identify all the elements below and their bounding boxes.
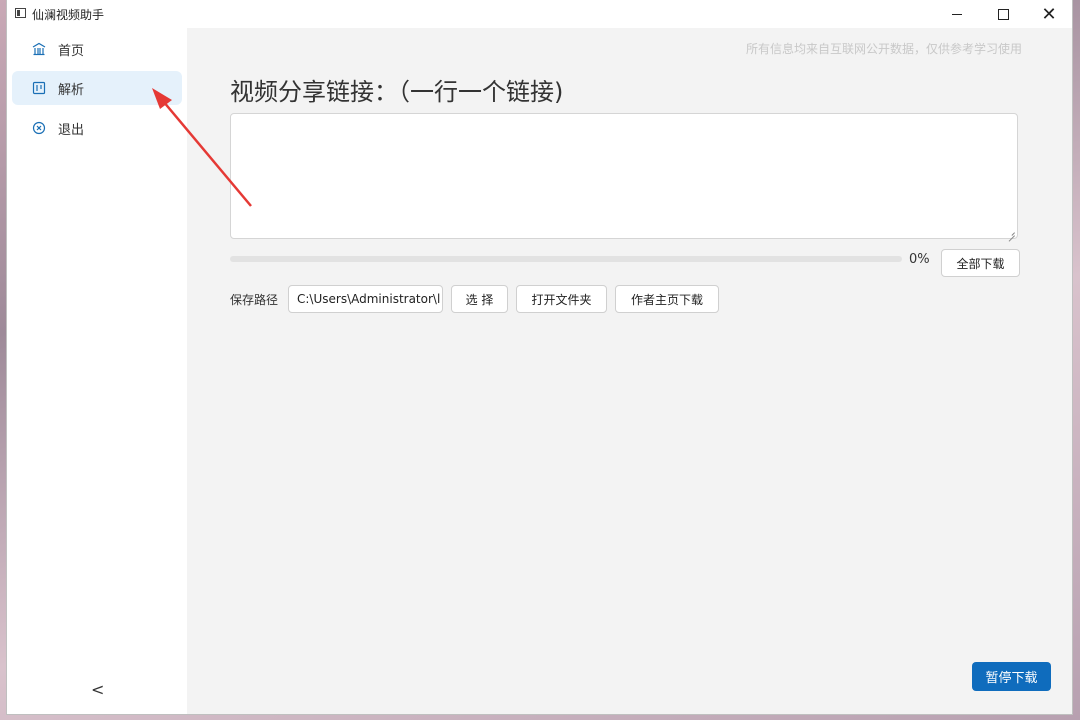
author-homepage-download-button[interactable]: 作者主页下载 — [615, 285, 719, 313]
minimize-icon — [952, 13, 962, 15]
close-button[interactable]: ✕ — [1026, 0, 1072, 28]
sidebar-item-exit[interactable]: 退出 — [12, 111, 182, 145]
main-content: 所有信息均来自互联网公开数据，仅供参考学习使用 视频分享链接：（一行一个链接) … — [187, 28, 1072, 714]
collapse-sidebar-button[interactable]: < — [91, 680, 104, 699]
home-icon — [32, 42, 46, 56]
resize-grip-icon[interactable] — [1007, 228, 1015, 236]
sidebar-item-label: 首页 — [58, 43, 85, 59]
save-path-input[interactable]: C:\Users\Administrator\l — [288, 285, 443, 313]
open-folder-button[interactable]: 打开文件夹 — [516, 285, 607, 313]
links-textarea[interactable] — [230, 113, 1018, 239]
title-bar[interactable]: 仙澜视频助手 ✕ — [7, 0, 1072, 28]
download-all-button[interactable]: 全部下载 — [941, 249, 1020, 277]
download-progress-bar — [230, 256, 902, 262]
parse-icon — [32, 81, 46, 95]
save-path-label: 保存路径 — [230, 293, 279, 307]
window-title: 仙澜视频助手 — [32, 8, 105, 22]
page-title: 视频分享链接：（一行一个链接) — [230, 78, 564, 106]
app-icon — [15, 8, 26, 18]
disclaimer-text: 所有信息均来自互联网公开数据，仅供参考学习使用 — [745, 42, 1022, 56]
maximize-button[interactable] — [980, 0, 1026, 28]
choose-path-button[interactable]: 选 择 — [451, 285, 508, 313]
app-window: 仙澜视频助手 ✕ 首页 解析 退出 < 所有信息均来自互联网公开数据，仅供参考学… — [7, 0, 1072, 714]
sidebar-item-home[interactable]: 首页 — [12, 32, 182, 66]
exit-icon — [32, 121, 46, 135]
sidebar-item-label: 退出 — [58, 122, 85, 138]
progress-percent: 0% — [909, 252, 930, 267]
sidebar: 首页 解析 退出 < — [7, 28, 187, 714]
close-icon: ✕ — [1041, 3, 1057, 25]
minimize-button[interactable] — [934, 0, 980, 28]
sidebar-item-parse[interactable]: 解析 — [12, 71, 182, 105]
sidebar-item-label: 解析 — [58, 82, 85, 98]
pause-download-button[interactable]: 暂停下载 — [972, 662, 1051, 691]
maximize-icon — [997, 8, 1009, 20]
